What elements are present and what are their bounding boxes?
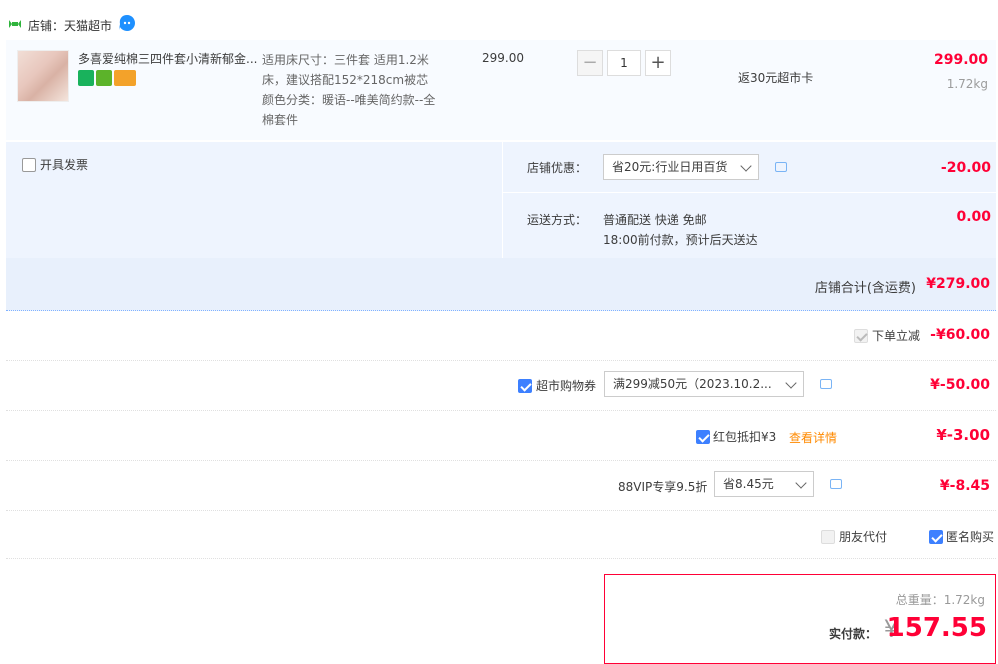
comment-icon[interactable] — [830, 479, 842, 489]
shop-total-label: 店铺合计(含运费) — [814, 281, 916, 296]
product-sku: 适用床尺寸：三件套 适用1.2米 床，建议搭配152*218cm被芯 颜色分类：… — [262, 53, 436, 127]
chevron-down-icon — [740, 160, 752, 172]
vip-amount: ¥-8.45 — [939, 478, 990, 494]
anonymous-checkbox[interactable] — [929, 529, 943, 544]
vip-label: 88VIP专享9.5折 — [618, 480, 708, 494]
shop-icon — [9, 20, 21, 28]
invoice-option[interactable]: 开具发票 — [22, 156, 88, 173]
divider — [6, 410, 996, 411]
item-weight: 1.72kg — [946, 77, 988, 91]
instant-discount-amount: -¥60.00 — [930, 327, 990, 343]
anonymous-option[interactable]: 匿名购买 — [929, 528, 994, 545]
comment-icon[interactable] — [775, 162, 787, 172]
increase-button[interactable]: + — [645, 50, 671, 76]
redpack-option[interactable]: 红包抵扣¥3 — [696, 428, 776, 445]
divider — [6, 460, 996, 461]
shop-discount-select[interactable]: 省20元:行业日用百货 — [603, 154, 759, 180]
friend-pay-option[interactable]: 朋友代付 — [821, 528, 887, 545]
invoice-checkbox[interactable] — [22, 157, 36, 172]
delivery-label: 运送方式： — [527, 213, 588, 227]
redpack-checkbox[interactable] — [696, 429, 710, 444]
coupon-option[interactable]: 超市购物券 — [518, 377, 596, 394]
shop-total-amount: ¥279.00 — [926, 276, 990, 292]
redpack-amount: ¥-3.00 — [936, 426, 990, 444]
payment-summary: 总重量：1.72kg 实付款： ¥ 157.55 — [604, 574, 996, 664]
shop-discount-label: 店铺优惠： — [527, 161, 588, 175]
service-badges — [78, 70, 138, 86]
shop-row: 店铺：天猫超市 — [0, 10, 998, 38]
divider — [6, 510, 996, 511]
quantity-input[interactable]: 1 — [607, 50, 641, 76]
guarantee-icon[interactable] — [96, 70, 112, 86]
delivery-method: 普通配送 快递 免邮 — [603, 213, 707, 227]
order-options-panel: 开具发票 店铺优惠： 省20元:行业日用百货 -20.00 运送方式： 普通配送… — [6, 142, 997, 311]
comment-icon[interactable] — [820, 379, 832, 389]
coupon-amount: ¥-50.00 — [930, 377, 990, 393]
total-weight: 总重量：1.72kg — [895, 593, 985, 607]
instant-discount: 下单立减 — [853, 327, 920, 344]
shop-total-row: 店铺合计(含运费) ¥279.00 — [6, 258, 996, 310]
rebate-text: 返30元超市卡 — [738, 71, 814, 85]
shop-options: 店铺优惠： 省20元:行业日用百货 -20.00 运送方式： 普通配送 快递 免… — [502, 142, 997, 258]
pay-amount: 157.55 — [886, 613, 987, 643]
divider — [6, 558, 996, 559]
wangwang-icon[interactable] — [118, 14, 136, 32]
decrease-button[interactable]: − — [577, 50, 603, 76]
chevron-down-icon — [785, 377, 797, 389]
coupon-select[interactable]: 满299减50元（2023.10.2... — [604, 371, 804, 397]
card-icon[interactable] — [114, 70, 136, 86]
product-thumbnail[interactable] — [17, 50, 69, 102]
pay-label: 实付款： — [828, 627, 877, 641]
shop-discount-amount: -20.00 — [940, 160, 991, 176]
chevron-down-icon — [795, 477, 807, 489]
coupon-checkbox[interactable] — [518, 378, 532, 393]
divider — [503, 192, 997, 193]
item-total: 299.00 — [933, 52, 988, 68]
instant-discount-checkbox[interactable] — [853, 328, 868, 343]
delivery-amount: 0.00 — [956, 209, 991, 225]
friend-pay-checkbox[interactable] — [821, 529, 835, 544]
cart-item: 多喜爱纯棉三四件套小清新郁金... 适用床尺寸：三件套 适用1.2米 床，建议搭… — [6, 40, 996, 140]
seven-day-return-icon[interactable] — [78, 70, 94, 86]
delivery-estimate: 18:00前付款，预计后天送达 — [603, 233, 758, 247]
unit-price: 299.00 — [482, 51, 524, 65]
vip-select[interactable]: 省8.45元 — [714, 471, 814, 497]
redpack-details-link[interactable]: 查看详情 — [789, 429, 837, 446]
shop-name[interactable]: 店铺：天猫超市 — [28, 17, 112, 34]
divider — [6, 360, 996, 361]
product-title[interactable]: 多喜爱纯棉三四件套小清新郁金... — [78, 50, 258, 67]
